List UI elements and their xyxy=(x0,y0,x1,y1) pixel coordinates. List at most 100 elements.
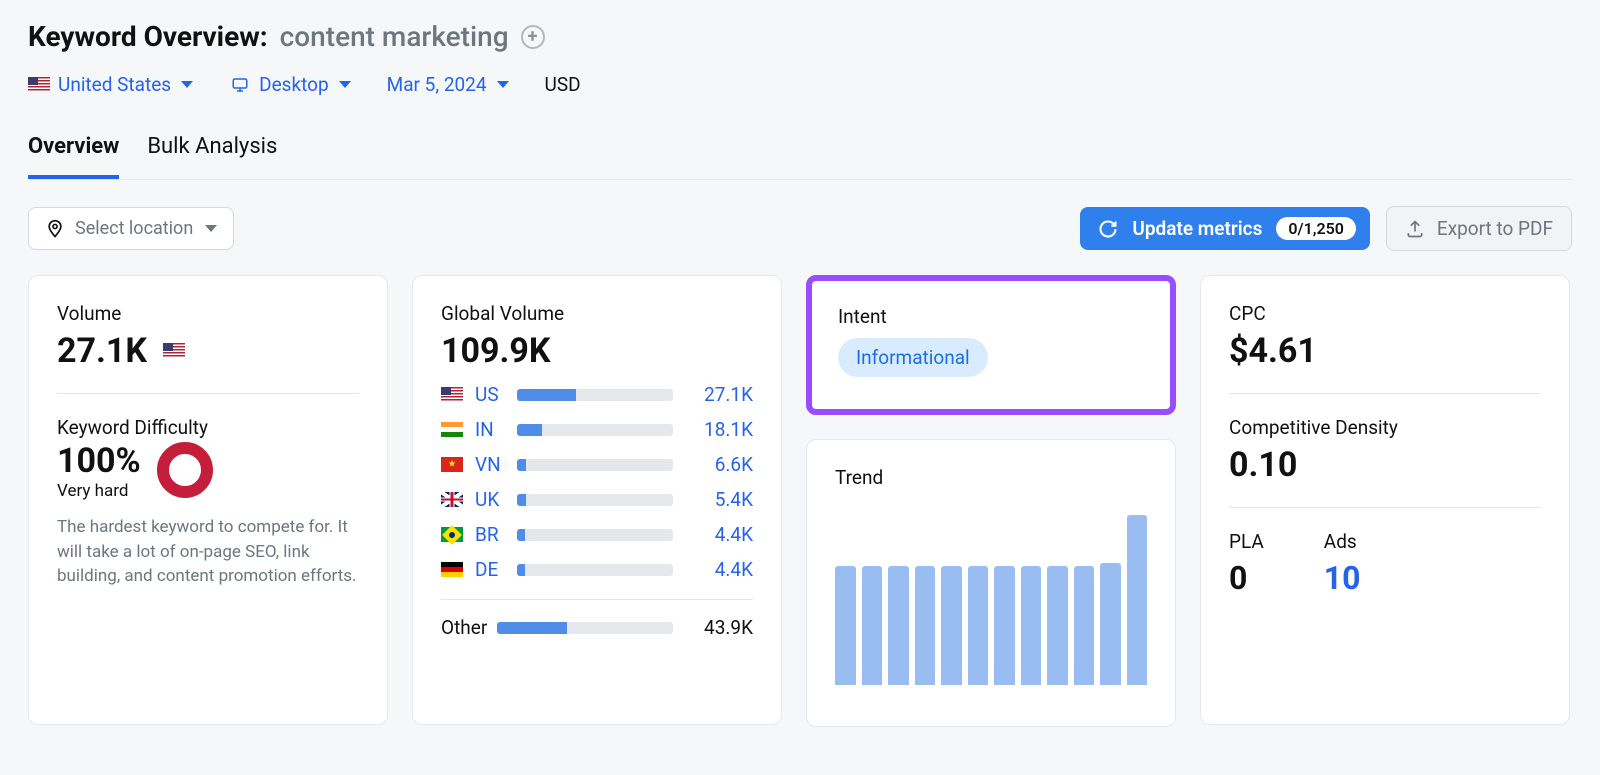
gv-other-val: 43.9K xyxy=(685,616,753,639)
global-volume-row[interactable]: DE 4.4K xyxy=(441,558,753,581)
gv-country-code: VN xyxy=(475,453,505,476)
gv-val: 6.6K xyxy=(685,453,753,476)
trend-chart xyxy=(835,515,1147,685)
gv-val: 4.4K xyxy=(685,558,753,581)
global-volume-row[interactable]: BR 4.4K xyxy=(441,523,753,546)
desktop-icon xyxy=(229,76,251,94)
chevron-down-icon xyxy=(205,225,217,232)
country-label: United States xyxy=(58,73,171,96)
global-volume-row[interactable]: UK 5.4K xyxy=(441,488,753,511)
gv-bar xyxy=(517,494,673,506)
gv-bar xyxy=(517,389,673,401)
global-volume-row[interactable]: IN 18.1K xyxy=(441,418,753,441)
device-filter[interactable]: Desktop xyxy=(229,73,351,96)
global-volume-title: Global Volume xyxy=(441,302,753,325)
tab-bulk-analysis[interactable]: Bulk Analysis xyxy=(147,126,277,179)
intent-card: Intent Informational xyxy=(806,275,1176,415)
volume-title: Volume xyxy=(57,302,359,325)
tab-overview[interactable]: Overview xyxy=(28,126,119,179)
intent-pill: Informational xyxy=(838,338,988,377)
update-metrics-label: Update metrics xyxy=(1132,217,1262,240)
title-keyword: content marketing xyxy=(280,20,509,53)
volume-card: Volume 27.1K Keyword Difficulty 100% Ver… xyxy=(28,275,388,725)
flag-vn-icon xyxy=(441,457,463,472)
trend-bar xyxy=(968,566,989,685)
global-volume-other-row: Other 43.9K xyxy=(441,599,753,639)
kd-note: The hardest keyword to compete for. It w… xyxy=(57,515,359,589)
gv-other-label: Other xyxy=(441,616,485,639)
gv-bar xyxy=(517,529,673,541)
trend-bar xyxy=(1074,566,1095,685)
refresh-icon xyxy=(1098,219,1118,239)
trend-bar xyxy=(835,566,856,685)
export-icon xyxy=(1405,219,1425,239)
chevron-down-icon xyxy=(181,81,193,88)
update-metrics-button[interactable]: Update metrics 0/1,250 xyxy=(1080,207,1370,250)
intent-title: Intent xyxy=(838,305,1144,328)
kd-title: Keyword Difficulty xyxy=(57,416,359,439)
flag-uk-icon xyxy=(441,492,463,507)
gv-val: 18.1K xyxy=(685,418,753,441)
cpc-card: CPC $4.61 Competitive Density 0.10 PLA 0… xyxy=(1200,275,1570,725)
trend-bar xyxy=(1127,515,1148,685)
pla-label: PLA xyxy=(1229,530,1264,553)
update-counter: 0/1,250 xyxy=(1276,217,1356,240)
gv-bar xyxy=(517,459,673,471)
cards-row: Volume 27.1K Keyword Difficulty 100% Ver… xyxy=(28,275,1572,727)
kd-value: 100% xyxy=(57,441,141,481)
select-location-label: Select location xyxy=(75,218,193,239)
trend-bar xyxy=(1047,566,1068,685)
actions-row: Select location Update metrics 0/1,250 E… xyxy=(28,206,1572,251)
gv-val: 5.4K xyxy=(685,488,753,511)
tabs: Overview Bulk Analysis xyxy=(28,126,1572,180)
flag-us-icon xyxy=(28,77,50,92)
flag-in-icon xyxy=(441,422,463,437)
add-keyword-icon[interactable]: + xyxy=(521,25,545,49)
export-pdf-button[interactable]: Export to PDF xyxy=(1386,206,1572,251)
gv-country-code: IN xyxy=(475,418,505,441)
cd-value: 0.10 xyxy=(1229,445,1541,485)
trend-card: Trend xyxy=(806,439,1176,727)
volume-value: 27.1K xyxy=(57,331,359,371)
gv-bar xyxy=(497,622,673,634)
filters-row: United States Desktop Mar 5, 2024 USD xyxy=(28,73,1572,96)
gv-bar xyxy=(517,564,673,576)
date-filter[interactable]: Mar 5, 2024 xyxy=(387,73,509,96)
global-volume-row[interactable]: VN 6.6K xyxy=(441,453,753,476)
select-location-dropdown[interactable]: Select location xyxy=(28,207,234,250)
trend-bar xyxy=(1021,566,1042,685)
cpc-value: $4.61 xyxy=(1229,331,1541,371)
gv-country-code: UK xyxy=(475,488,505,511)
trend-bar xyxy=(994,566,1015,685)
trend-bar xyxy=(915,566,936,685)
trend-bar xyxy=(888,566,909,685)
flag-de-icon xyxy=(441,562,463,577)
chevron-down-icon xyxy=(497,81,509,88)
chevron-down-icon xyxy=(339,81,351,88)
title-label: Keyword Overview: xyxy=(28,20,268,53)
country-filter[interactable]: United States xyxy=(28,73,193,96)
device-label: Desktop xyxy=(259,73,329,96)
global-volume-value: 109.9K xyxy=(441,331,753,371)
export-pdf-label: Export to PDF xyxy=(1437,217,1553,240)
global-volume-row[interactable]: US27.1K xyxy=(441,383,753,406)
cpc-title: CPC xyxy=(1229,302,1541,325)
trend-bar xyxy=(941,566,962,685)
currency-label: USD xyxy=(545,73,581,96)
gv-country-code: BR xyxy=(475,523,505,546)
gv-val: 4.4K xyxy=(685,523,753,546)
date-label: Mar 5, 2024 xyxy=(387,73,487,96)
ads-value[interactable]: 10 xyxy=(1324,559,1361,597)
trend-title: Trend xyxy=(835,466,1147,489)
page-title: Keyword Overview: content marketing + xyxy=(28,20,1572,53)
gv-country-code: DE xyxy=(475,558,505,581)
gv-country-code: US xyxy=(475,383,505,406)
pla-ads-row: PLA 0 Ads 10 xyxy=(1229,530,1541,597)
trend-bar xyxy=(862,566,883,685)
cd-title: Competitive Density xyxy=(1229,416,1541,439)
pin-icon xyxy=(45,219,65,239)
kd-donut-icon xyxy=(157,442,213,498)
flag-us-icon xyxy=(441,387,463,402)
kd-label: Very hard xyxy=(57,481,141,501)
flag-br-icon xyxy=(441,527,463,542)
